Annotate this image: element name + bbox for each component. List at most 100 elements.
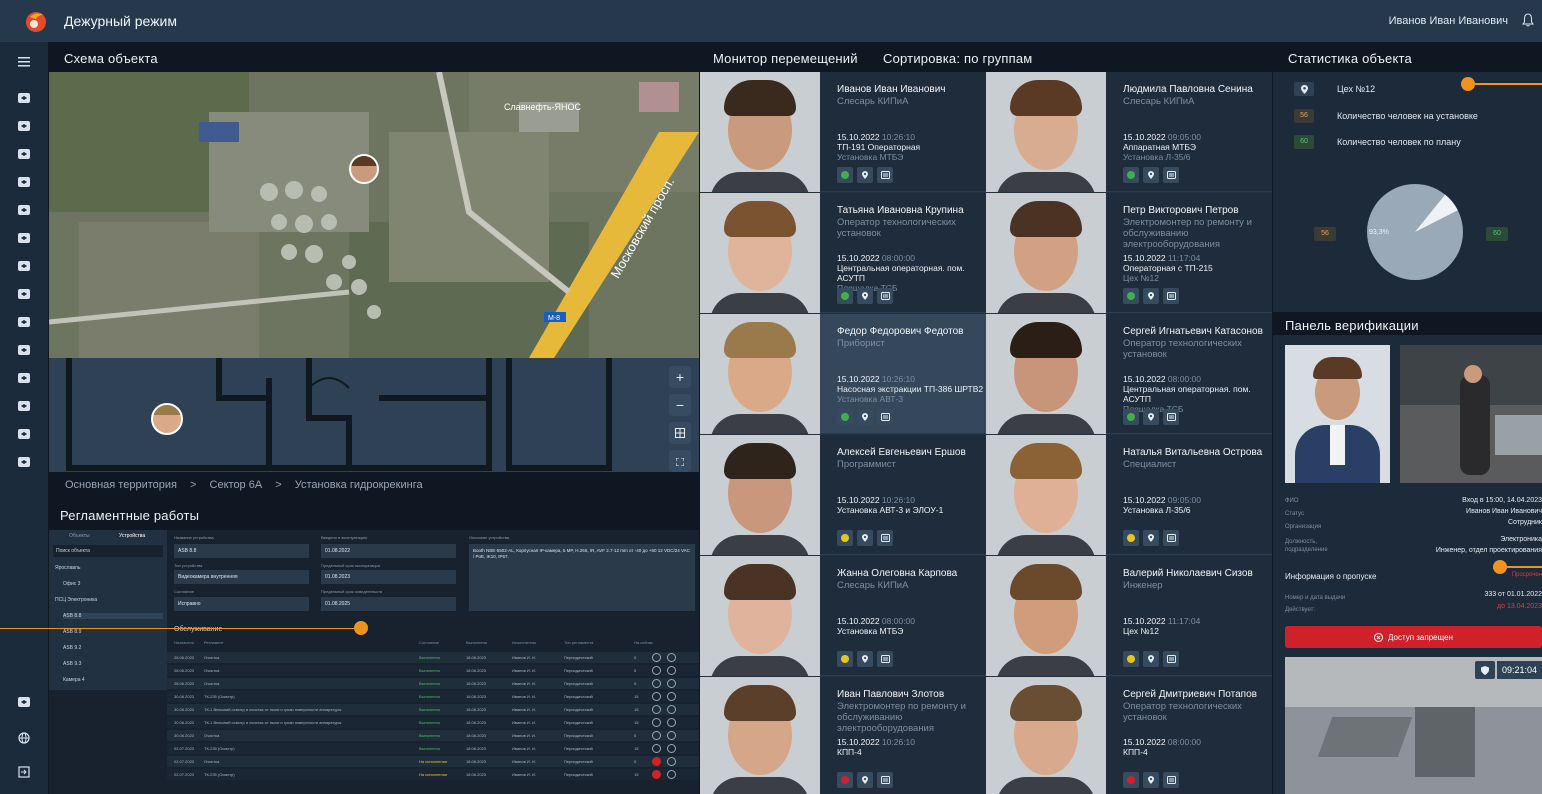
location-pin-icon[interactable] bbox=[1143, 651, 1159, 667]
location-pin-icon[interactable] bbox=[857, 288, 873, 304]
status-dot-icon[interactable] bbox=[1123, 530, 1139, 546]
person-card[interactable]: Людмила Павловна Сенина Слесарь КИПиА 15.1… bbox=[986, 72, 1272, 192]
breadcrumb-item[interactable]: Сектор 6А bbox=[210, 479, 263, 491]
warning-status-icon[interactable] bbox=[652, 770, 661, 779]
history-icon[interactable] bbox=[667, 770, 676, 779]
table-row[interactable]: 28.06.2023 Очистка Выполнено 18.08.2023 Иван… bbox=[167, 665, 699, 676]
date-in-field[interactable]: 01.08.2022 bbox=[321, 544, 456, 558]
nav-icon-4[interactable] bbox=[16, 174, 32, 190]
check-icon[interactable] bbox=[652, 705, 661, 714]
check-icon[interactable] bbox=[652, 718, 661, 727]
date-limit-field[interactable]: 01.08.2023 bbox=[321, 570, 456, 584]
date-review-field[interactable]: 01.08.2025 bbox=[321, 597, 456, 611]
nav-icon-11[interactable] bbox=[16, 370, 32, 386]
tree-item[interactable]: Ярославль bbox=[55, 565, 163, 571]
location-pin-icon[interactable] bbox=[857, 530, 873, 546]
object-map[interactable]: Московский просп. Славнефть-ЯНОС М-8 bbox=[49, 72, 699, 358]
status-dot-icon[interactable] bbox=[837, 409, 853, 425]
person-card[interactable]: Наталья Витальевна Острова Специалист 15.1… bbox=[986, 435, 1272, 555]
table-row[interactable]: 30.06.2023 ТК-1 Внешний осмотр и очистка … bbox=[167, 704, 699, 715]
history-icon[interactable] bbox=[667, 679, 676, 688]
status-dot-icon[interactable] bbox=[1123, 288, 1139, 304]
check-icon[interactable] bbox=[652, 653, 661, 662]
nav-icon-2[interactable] bbox=[16, 118, 32, 134]
tree-item[interactable]: Камера 4 bbox=[63, 677, 163, 683]
route-icon[interactable] bbox=[1163, 772, 1179, 788]
tree-item[interactable]: ASB 8.8 bbox=[63, 613, 163, 619]
person-card[interactable]: Алексей Евгеньевич Ершов Программист 15.10… bbox=[700, 435, 986, 555]
check-icon[interactable] bbox=[652, 679, 661, 688]
history-icon[interactable] bbox=[667, 744, 676, 753]
route-icon[interactable] bbox=[1163, 409, 1179, 425]
check-icon[interactable] bbox=[652, 666, 661, 675]
nav-icon-12[interactable] bbox=[16, 398, 32, 414]
search-object-input[interactable]: Поиск объекта bbox=[53, 545, 163, 557]
tree-item[interactable]: ASB 9.3 bbox=[63, 661, 163, 667]
nav-icon-9[interactable] bbox=[16, 314, 32, 330]
user-name[interactable]: Иванов Иван Иванович bbox=[1389, 15, 1508, 27]
person-card[interactable]: Иван Павлович Злотов Электромонтер по рем… bbox=[700, 677, 986, 794]
nav-icon-extra[interactable] bbox=[16, 694, 32, 710]
location-pin-icon[interactable] bbox=[1143, 530, 1159, 546]
person-card[interactable]: Жанна Олеговна Карпова Слесарь КИПиА 15.10… bbox=[700, 556, 986, 676]
route-icon[interactable] bbox=[877, 772, 893, 788]
access-denied-button[interactable]: Доступ запрещен bbox=[1285, 626, 1542, 648]
location-pin-icon[interactable] bbox=[1143, 288, 1159, 304]
device-state-field[interactable]: Исправно bbox=[174, 597, 309, 611]
globe-icon[interactable] bbox=[16, 730, 32, 746]
status-dot-icon[interactable] bbox=[1123, 772, 1139, 788]
person-card[interactable]: Петр Викторович Петров Электромонтер по р… bbox=[986, 193, 1272, 313]
history-icon[interactable] bbox=[667, 718, 676, 727]
location-pin-icon[interactable] bbox=[857, 409, 873, 425]
table-row[interactable]: 28.06.2023 Очистка Выполнено 18.08.2023 Иван… bbox=[167, 678, 699, 689]
breadcrumb-item[interactable]: Основная территория bbox=[65, 479, 177, 491]
location-pin-icon[interactable] bbox=[857, 772, 873, 788]
device-description-field[interactable]: Booth NBE-5502-AL, Корпусная IP-камера, … bbox=[469, 544, 695, 611]
route-icon[interactable] bbox=[877, 651, 893, 667]
history-icon[interactable] bbox=[667, 731, 676, 740]
route-icon[interactable] bbox=[877, 167, 893, 183]
person-card[interactable]: Сергей Дмитриевич Потапов Оператор технол… bbox=[986, 677, 1272, 794]
check-icon[interactable] bbox=[652, 692, 661, 701]
status-dot-icon[interactable] bbox=[1123, 409, 1139, 425]
location-pin-icon[interactable] bbox=[857, 651, 873, 667]
tab-devices[interactable]: Устройства bbox=[119, 533, 145, 539]
camera-feed[interactable]: 09:21:04 bbox=[1285, 657, 1542, 794]
check-icon[interactable] bbox=[652, 731, 661, 740]
table-row[interactable]: 30.06.2023 Очистка Выполнено 18.08.2023 Иван… bbox=[167, 730, 699, 741]
history-icon[interactable] bbox=[667, 705, 676, 714]
location-pin-icon[interactable] bbox=[1143, 167, 1159, 183]
route-icon[interactable] bbox=[877, 530, 893, 546]
history-icon[interactable] bbox=[667, 692, 676, 701]
status-dot-icon[interactable] bbox=[837, 288, 853, 304]
logout-icon[interactable] bbox=[16, 764, 32, 780]
status-dot-icon[interactable] bbox=[1123, 651, 1139, 667]
layers-button[interactable] bbox=[669, 422, 691, 444]
route-icon[interactable] bbox=[1163, 288, 1179, 304]
history-icon[interactable] bbox=[667, 666, 676, 675]
location-pin-icon[interactable] bbox=[1143, 772, 1159, 788]
person-map-marker[interactable] bbox=[349, 154, 379, 184]
person-card[interactable]: Иванов Иван Иванович Слесарь КИПиА 15.10.2… bbox=[700, 72, 986, 192]
table-row[interactable]: 30.06.2023 ТК-1 Внешний осмотр и очистка … bbox=[167, 717, 699, 728]
table-row[interactable]: 02.07.2023 ТК-235 (Осмотр) На исполнении 18… bbox=[167, 769, 699, 780]
person-card[interactable]: Федор Федорович Федотов Приборист 15.10.20… bbox=[700, 314, 986, 434]
person-card[interactable]: Валерий Николаевич Сизов Инженер 15.10.202… bbox=[986, 556, 1272, 676]
fullscreen-button[interactable] bbox=[669, 450, 691, 472]
breadcrumb-item[interactable]: Установка гидрокрекинга bbox=[295, 479, 423, 491]
tab-objects[interactable]: Объекты bbox=[69, 533, 90, 539]
person-card[interactable]: Сергей Игнатьевич Катасонов Оператор техн… bbox=[986, 314, 1272, 434]
table-row[interactable]: 02.07.2023 Очистка На исполнении 18.08.2023… bbox=[167, 756, 699, 767]
bell-icon[interactable] bbox=[1522, 13, 1534, 27]
table-row[interactable]: 30.06.2023 ТК-235 (Осмотр) Выполнено 18.08.… bbox=[167, 691, 699, 702]
route-icon[interactable] bbox=[877, 409, 893, 425]
nav-icon-7[interactable] bbox=[16, 258, 32, 274]
nav-icon-10[interactable] bbox=[16, 342, 32, 358]
menu-icon[interactable] bbox=[16, 54, 32, 70]
nav-icon-13[interactable] bbox=[16, 426, 32, 442]
warning-status-icon[interactable] bbox=[652, 757, 661, 766]
status-dot-icon[interactable] bbox=[1123, 167, 1139, 183]
person-card[interactable]: Татьяна Ивановна Крупина Оператор техноло… bbox=[700, 193, 986, 313]
route-icon[interactable] bbox=[877, 288, 893, 304]
status-dot-icon[interactable] bbox=[837, 530, 853, 546]
